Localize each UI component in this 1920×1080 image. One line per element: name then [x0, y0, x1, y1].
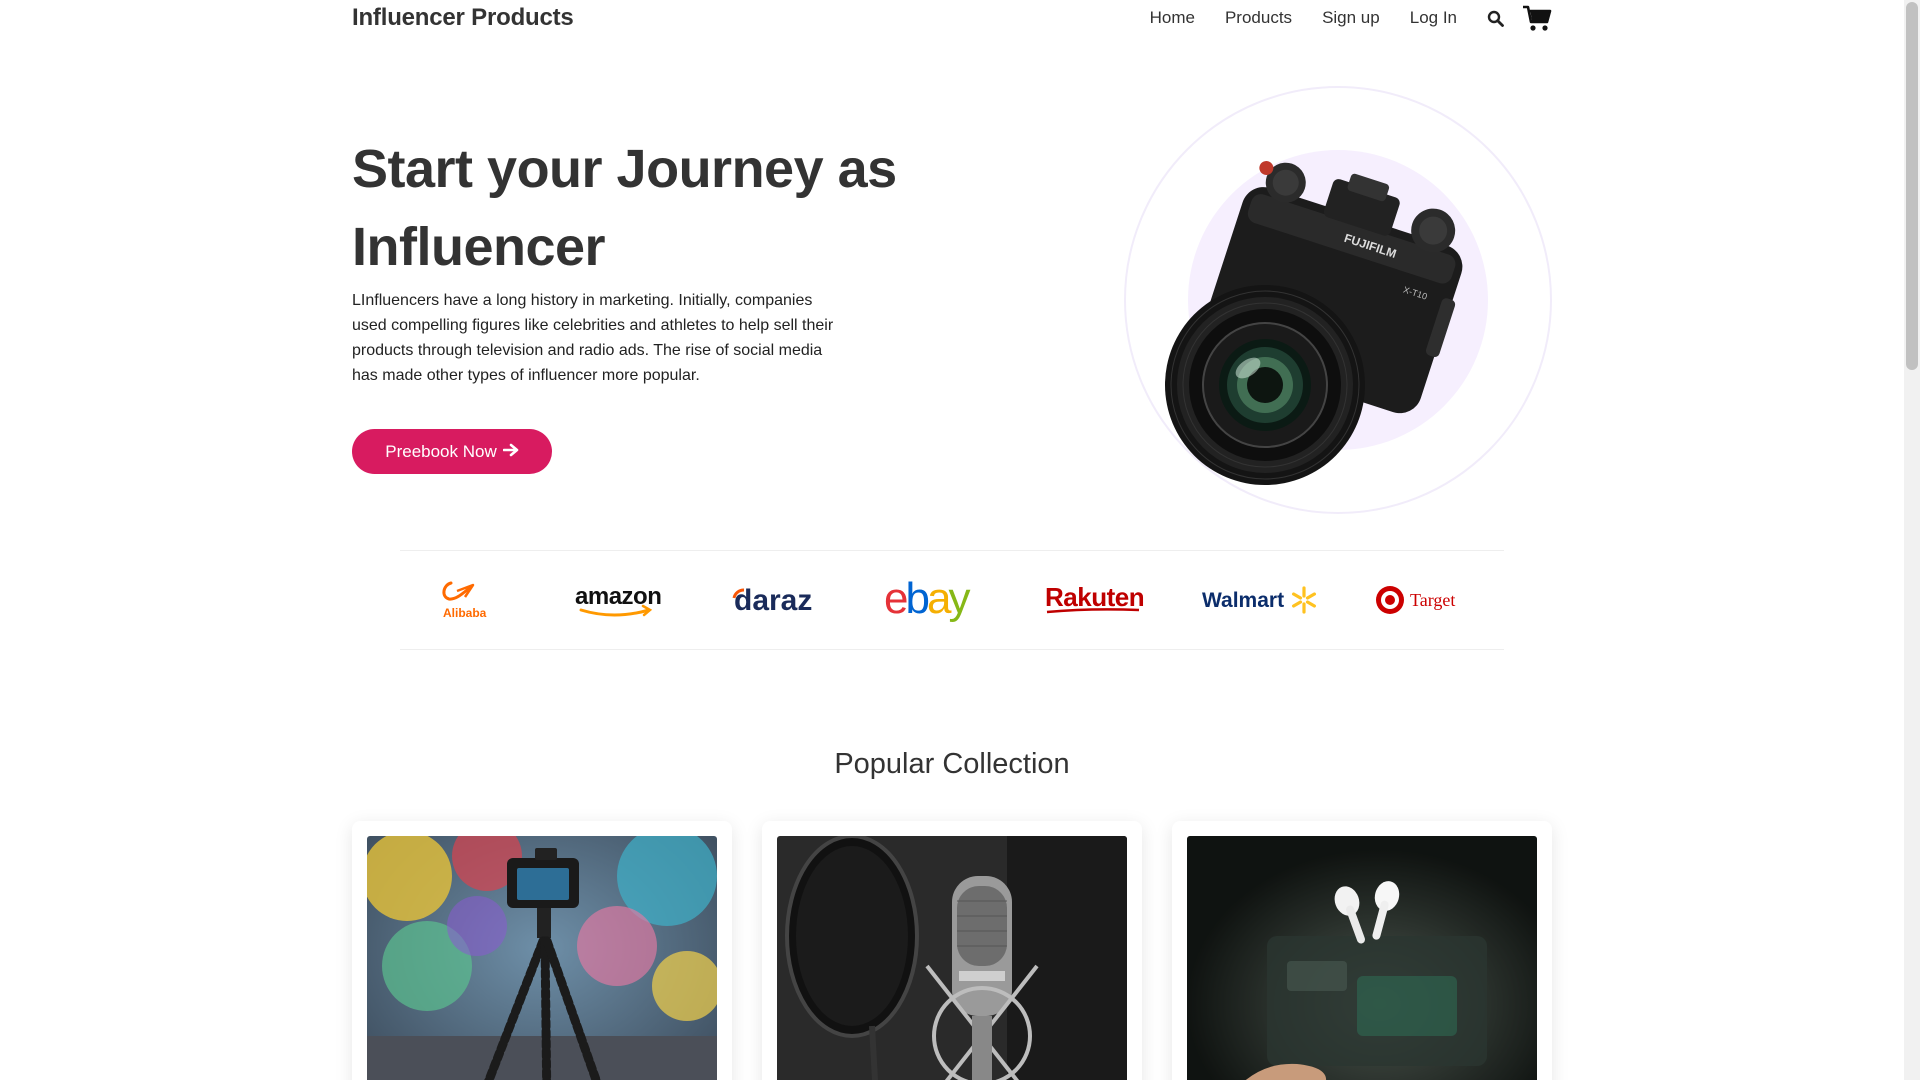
arrow-right-icon [502, 442, 519, 462]
nav-home[interactable]: Home [1150, 8, 1195, 28]
alibaba-logo[interactable]: Alibaba [415, 570, 525, 630]
daraz-logo-text: daraz [734, 584, 812, 617]
rakuten-logo-text: Rakuten [1045, 582, 1144, 612]
floating-airpods-image [1187, 836, 1537, 1080]
collection-card-microphone[interactable] [762, 821, 1142, 1080]
studio-microphone-image [777, 836, 1127, 1080]
collection-card-camera[interactable] [352, 821, 732, 1080]
page: Influencer Products Home Products Sign u… [0, 0, 1904, 1080]
popular-collection-title: Popular Collection [834, 748, 1070, 780]
nav-login[interactable]: Log In [1410, 8, 1457, 28]
camera-tripod-image [367, 836, 717, 1080]
svg-text:ebay: ebay [884, 575, 970, 623]
brand-logo[interactable]: Influencer Products [352, 4, 574, 32]
ebay-logo-e: e [884, 575, 907, 623]
page-scrollbar-thumb[interactable] [1906, 2, 1918, 370]
rakuten-logo[interactable]: Rakuten [1031, 570, 1161, 630]
prebook-button[interactable]: Preebook Now [352, 429, 552, 474]
walmart-logo-text: Walmart [1202, 589, 1284, 612]
ebay-logo[interactable]: ebay [872, 570, 1002, 630]
walmart-logo[interactable]: Walmart [1190, 570, 1330, 630]
hero-camera-image: FUJIFILM X-T10 [1165, 160, 1463, 485]
hero-title-line2: Influencer [352, 217, 606, 277]
hero-title: Start your Journey as Influencer [352, 130, 992, 286]
ebay-logo-b: b [905, 575, 928, 623]
nav-signup[interactable]: Sign up [1322, 8, 1380, 28]
search-icon[interactable] [1487, 10, 1504, 27]
daraz-logo[interactable]: daraz [713, 570, 843, 630]
hero-description: LInfluencers have a long history in mark… [352, 292, 834, 384]
target-logo[interactable]: Target [1359, 570, 1489, 630]
hero-title-line1: Start your Journey as [352, 139, 897, 199]
navbar: Influencer Products Home Products Sign u… [352, 0, 1552, 36]
amazon-logo[interactable]: amazon [554, 570, 684, 630]
ebay-logo-y: y [948, 575, 970, 623]
target-logo-text: Target [1410, 590, 1455, 610]
amazon-logo-text: amazon [575, 583, 661, 610]
nav-links: Home Products Sign up Log In [1120, 5, 1552, 32]
prebook-button-label: Preebook Now [385, 441, 497, 461]
brand-logo-strip: Alibaba amazon daraz ebay Rakuten Walmar… [400, 550, 1504, 650]
collection-card-airpods[interactable] [1172, 821, 1552, 1080]
cart-icon[interactable] [1522, 5, 1552, 32]
alibaba-logo-text: Alibaba [443, 606, 487, 620]
nav-products[interactable]: Products [1225, 8, 1292, 28]
